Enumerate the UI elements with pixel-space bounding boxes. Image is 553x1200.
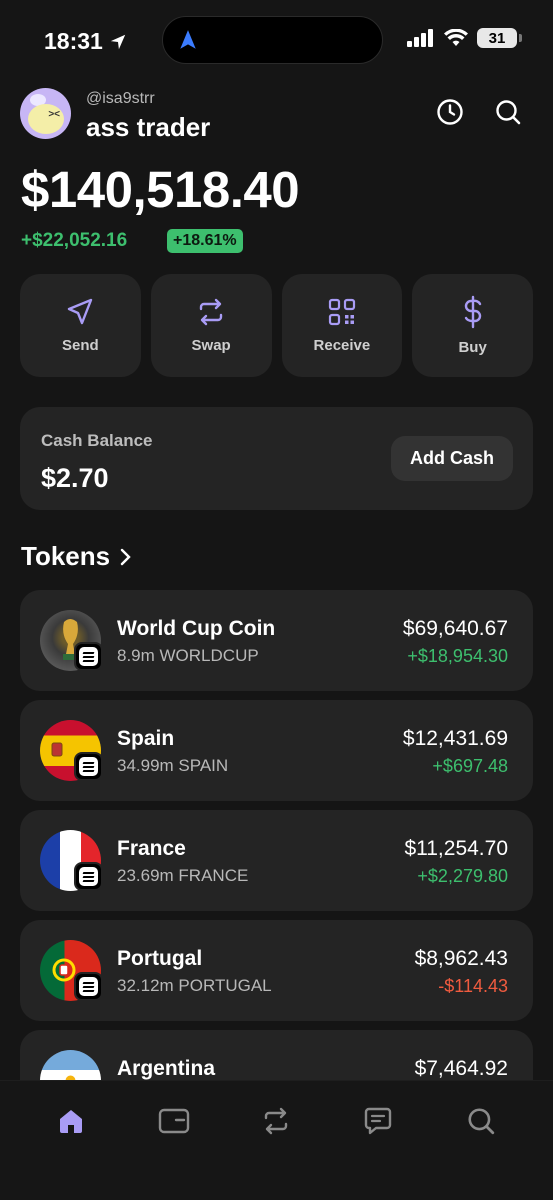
- profile-name: ass trader: [86, 112, 211, 142]
- token-amount: 23.69m FRANCE: [117, 866, 249, 885]
- swap-button[interactable]: Swap: [150, 274, 272, 377]
- buy-label: Buy: [458, 339, 487, 356]
- avatar-face: ><: [28, 104, 64, 134]
- token-row-worldcup[interactable]: World Cup Coin 8.9m WORLDCUP $69,640.67 …: [20, 590, 533, 691]
- token-value: $12,431.69: [402, 727, 508, 750]
- avatar[interactable]: ><: [20, 88, 71, 139]
- search-icon: [468, 1108, 495, 1135]
- location-arrow-icon: [110, 34, 126, 49]
- home-icon: [60, 1110, 82, 1133]
- receive-label: Receive: [313, 337, 371, 354]
- tab-search[interactable]: [463, 1103, 499, 1139]
- tab-swap[interactable]: [258, 1103, 294, 1139]
- dynamic-island: [162, 16, 383, 64]
- status-bar: 18:31 31: [0, 0, 553, 80]
- chat-icon: [364, 1107, 392, 1135]
- token-amount: 8.9m WORLDCUP: [117, 646, 259, 665]
- tokens-heading-label: Tokens: [21, 541, 111, 571]
- token-row-france[interactable]: France 23.69m FRANCE $11,254.70 +$2,279.…: [20, 810, 533, 911]
- solana-badge-icon: [74, 752, 103, 781]
- token-name: France: [117, 837, 186, 860]
- search-icon: [496, 100, 521, 125]
- cash-balance-title: Cash Balance: [41, 431, 153, 450]
- wallet-icon: [158, 1108, 190, 1134]
- search-button[interactable]: [493, 97, 523, 127]
- token-value: $7,464.92: [414, 1057, 508, 1080]
- token-value: $69,640.67: [402, 617, 508, 640]
- portfolio-pnl-percent-badge: +18.61%: [167, 229, 243, 253]
- token-name: Argentina: [117, 1057, 216, 1080]
- send-label: Send: [62, 337, 99, 354]
- wifi-icon: [444, 29, 468, 46]
- token-change: +$18,954.30: [407, 646, 508, 666]
- cash-balance-value: $2.70: [41, 463, 109, 493]
- battery-indicator: 31: [477, 28, 522, 48]
- status-time: 18:31: [44, 28, 127, 55]
- quick-actions: Send Swap Receive Buy: [20, 274, 533, 377]
- token-change: +$2,279.80: [417, 866, 508, 886]
- history-button[interactable]: [435, 97, 465, 127]
- token-name: Portugal: [117, 947, 203, 970]
- navigation-arrow-icon: [180, 30, 196, 49]
- receive-button[interactable]: Receive: [281, 274, 403, 377]
- tab-bar: [0, 1080, 553, 1200]
- token-name: Spain: [117, 727, 175, 750]
- qr-code-icon: [328, 298, 355, 326]
- send-icon: [68, 298, 93, 325]
- chevron-right-icon: [120, 548, 131, 565]
- system-indicators: 31: [407, 28, 522, 48]
- clock-icon: [437, 99, 463, 125]
- cash-balance-card: Cash Balance $2.70 Add Cash: [20, 407, 533, 510]
- token-name: World Cup Coin: [117, 617, 276, 640]
- tab-chat[interactable]: [360, 1103, 396, 1139]
- token-row-portugal[interactable]: Portugal 32.12m PORTUGAL $8,962.43 -$114…: [20, 920, 533, 1021]
- swap-icon: [199, 298, 223, 326]
- solana-badge-icon: [74, 862, 103, 891]
- swap-label: Swap: [191, 337, 231, 354]
- token-row-spain[interactable]: Spain 34.99m SPAIN $12,431.69 +$697.48: [20, 700, 533, 801]
- send-button[interactable]: Send: [20, 274, 141, 377]
- swap-icon: [264, 1107, 288, 1135]
- dollar-icon: [464, 295, 481, 329]
- token-change: -$114.43: [438, 976, 508, 996]
- clock-text: 18:31: [44, 28, 103, 54]
- portfolio-total: $140,518.40: [21, 161, 300, 218]
- profile-handle: @isa9strr: [86, 90, 155, 107]
- buy-button[interactable]: Buy: [412, 274, 533, 377]
- signal-icon: [407, 29, 433, 47]
- add-cash-button[interactable]: Add Cash: [391, 436, 513, 481]
- token-value: $8,962.43: [414, 947, 508, 970]
- tab-wallet[interactable]: [156, 1103, 192, 1139]
- token-amount: 34.99m SPAIN: [117, 756, 229, 775]
- tab-home[interactable]: [53, 1103, 89, 1139]
- token-value: $11,254.70: [404, 837, 508, 860]
- solana-badge-icon: [74, 642, 103, 671]
- token-change: +$697.48: [432, 756, 508, 776]
- token-amount: 32.12m PORTUGAL: [117, 976, 272, 995]
- portfolio-pnl: +$22,052.16: [21, 230, 128, 251]
- tokens-heading[interactable]: Tokens: [21, 541, 132, 572]
- solana-badge-icon: [74, 972, 103, 1001]
